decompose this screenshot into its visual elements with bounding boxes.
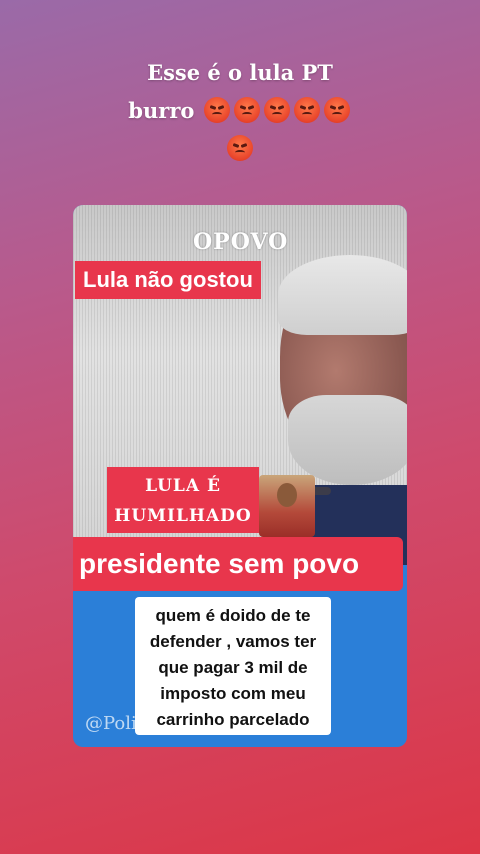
headline-banner: presidente sem povo xyxy=(73,537,403,591)
headline-badge: Lula não gostou xyxy=(75,261,261,299)
humiliated-line-1: LULA É xyxy=(145,476,221,496)
news-logo: OPOVO xyxy=(193,229,289,255)
angry-face-emoji-icon xyxy=(323,97,350,123)
comment-sticker: quem é doido de te defender , vamos ter … xyxy=(135,597,331,735)
angry-face-emoji-icon xyxy=(233,97,260,123)
caption-line-1: Esse é o lula PT xyxy=(147,60,333,85)
thumbnail-photo xyxy=(259,475,315,537)
humiliated-badge: LULA É HUMILHADO xyxy=(107,467,259,533)
angry-face-emoji-icon xyxy=(227,135,253,161)
caption-line-2: burro xyxy=(0,92,480,130)
caption-line-3 xyxy=(0,130,480,168)
angry-face-emoji-icon xyxy=(293,97,320,123)
angry-face-emoji-icon xyxy=(203,97,230,123)
account-watermark: @Poli xyxy=(85,713,137,734)
angry-face-emoji-icon xyxy=(263,97,290,123)
story-caption: Esse é o lula PT burro xyxy=(0,54,480,168)
humiliated-line-2: HUMILHADO xyxy=(114,506,252,526)
caption-word: burro xyxy=(128,98,195,123)
video-frame[interactable]: OPOVO Lula não gostou LULA É HUMILHADO xyxy=(73,205,407,565)
